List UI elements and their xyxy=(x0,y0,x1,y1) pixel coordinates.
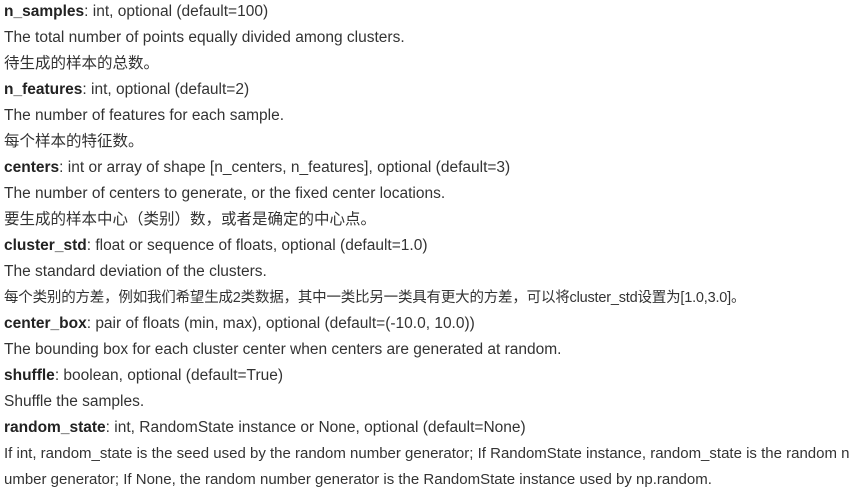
param-type: : int, RandomState instance or None, opt… xyxy=(105,419,526,436)
param-header-n-samples: n_samples: int, optional (default=100) xyxy=(4,0,858,25)
param-description: If int, random_state is the seed used by… xyxy=(4,445,850,488)
param-description: The number of features for each sample. xyxy=(4,107,285,124)
param-description: The total number of points equally divid… xyxy=(4,29,405,46)
param-header-cluster-std: cluster_std: float or sequence of floats… xyxy=(4,233,858,259)
param-description: Shuffle the samples. xyxy=(4,393,145,410)
param-type: : int, optional (default=100) xyxy=(84,3,269,20)
param-header-n-features: n_features: int, optional (default=2) xyxy=(4,77,858,103)
param-description: The standard deviation of the clusters. xyxy=(4,263,267,280)
param-name: n_samples xyxy=(4,3,85,20)
param-name: centers xyxy=(4,159,60,176)
param-header-random-state: random_state: int, RandomState instance … xyxy=(4,415,858,441)
param-name: n_features xyxy=(4,81,83,98)
param-type: : int or array of shape [n_centers, n_fe… xyxy=(59,159,511,176)
param-type: : int, optional (default=2) xyxy=(82,81,250,98)
param-description: The bounding box for each cluster center… xyxy=(4,341,562,358)
param-type: : pair of floats (min, max), optional (d… xyxy=(86,315,475,332)
param-header-center-box: center_box: pair of floats (min, max), o… xyxy=(4,311,858,337)
param-name: shuffle xyxy=(4,367,55,384)
param-description-zh: 待生成的样本的总数。 xyxy=(4,55,160,72)
param-header-shuffle: shuffle: boolean, optional (default=True… xyxy=(4,363,858,389)
param-description-zh: 要生成的样本中心（类别）数，或者是确定的中心点。 xyxy=(4,211,377,228)
param-description: The number of centers to generate, or th… xyxy=(4,185,446,202)
param-name: random_state xyxy=(4,419,106,436)
param-name: cluster_std xyxy=(4,237,87,254)
param-type: : boolean, optional (default=True) xyxy=(54,367,284,384)
param-name: center_box xyxy=(4,315,87,332)
param-description-zh: 每个样本的特征数。 xyxy=(4,133,144,150)
param-description-zh: 每个类别的方差，例如我们希望生成2类数据，其中一类比另一类具有更大的方差，可以将… xyxy=(4,290,746,306)
param-type: : float or sequence of floats, optional … xyxy=(86,237,428,254)
parameter-doc: n_samples: int, optional (default=100) T… xyxy=(0,0,858,493)
param-header-centers: centers: int or array of shape [n_center… xyxy=(4,155,858,181)
